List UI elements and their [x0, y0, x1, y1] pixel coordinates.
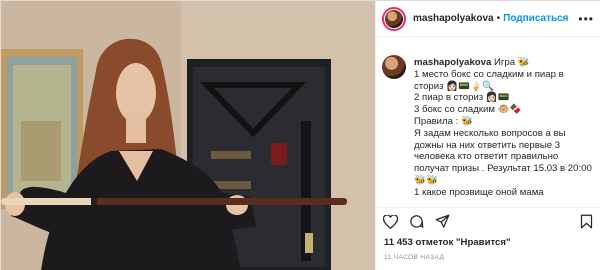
more-options-icon[interactable]: ••• — [578, 12, 594, 26]
avatar[interactable] — [382, 6, 406, 31]
heart-icon[interactable] — [382, 214, 398, 230]
caption-line: 1 какое прозвище оной мама — [414, 186, 544, 198]
caption-line: 1 место бокс со сладким и пиар в сториз … — [414, 68, 564, 92]
caption-line: 2 пиар в сториз 👩🏻📟 — [414, 92, 510, 104]
bookmark-icon[interactable] — [580, 214, 594, 230]
caption-line: 3 бокс со сладким 🐵🍫 — [414, 104, 522, 116]
caption: mashapolyakova Игра 🐝 1 место бокс со сл… — [376, 37, 600, 207]
likes-count[interactable]: 11 453 отметок "Нравится" — [384, 237, 511, 248]
post-card: mashapolyakova • Подписаться ••• mashapo… — [0, 0, 600, 270]
caption-username[interactable]: mashapolyakova — [414, 57, 491, 68]
caption-line: Правила : 🐝 — [414, 115, 473, 127]
share-icon[interactable] — [434, 214, 450, 230]
post-sidebar: mashapolyakova • Подписаться ••• mashapo… — [375, 1, 600, 270]
action-bar — [376, 207, 600, 235]
caption-line: Я задам несколько вопросов а вы дожны на… — [414, 127, 592, 186]
follow-button[interactable]: Подписаться — [503, 13, 568, 24]
post-photo[interactable] — [1, 1, 375, 270]
username-link[interactable]: mashapolyakova — [413, 13, 494, 24]
caption-text: mashapolyakova Игра 🐝 1 место бокс со сл… — [414, 57, 594, 207]
caption-avatar[interactable] — [382, 55, 406, 79]
post-timestamp[interactable]: 11 ЧАСОВ НАЗАД — [384, 254, 444, 261]
post-header: mashapolyakova • Подписаться ••• — [376, 1, 600, 37]
caption-line: Игра 🐝 — [494, 57, 530, 68]
comment-icon[interactable] — [408, 214, 424, 230]
separator-dot: • — [496, 13, 501, 24]
